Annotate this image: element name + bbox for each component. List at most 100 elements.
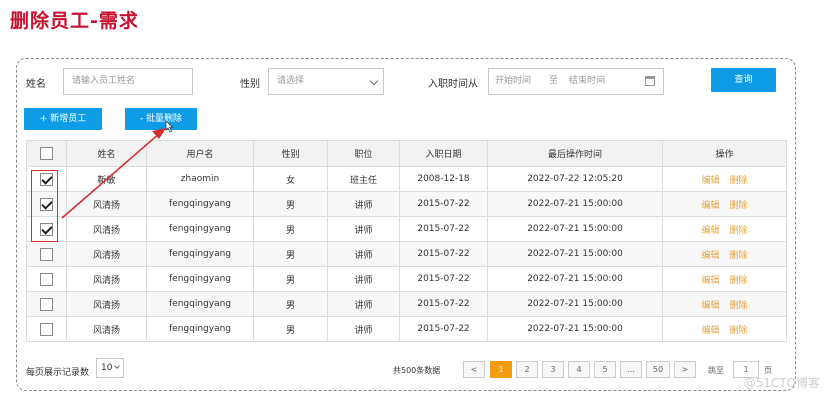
date-start-placeholder: 开始时间 [495,76,532,86]
add-employee-button[interactable]: + 新增员工 [24,108,102,130]
cell-position: 讲师 [327,216,400,242]
row-checkbox[interactable] [40,272,53,286]
selection-highlight-box [31,170,58,242]
name-input[interactable]: 请输入员工姓名 [63,68,193,95]
chevron-down-icon [369,76,379,86]
cell-gender: 女 [253,166,328,192]
cell-username: fengqingyang [146,316,254,342]
chevron-down-icon [114,363,120,369]
page-50[interactable]: 50 [646,361,670,378]
row-checkbox-cell[interactable] [26,241,67,267]
cell-username: fengqingyang [146,291,254,317]
cell-hire-date: 2015-07-22 [399,316,488,342]
edit-link[interactable]: 编辑 [701,201,719,211]
row-checkbox[interactable] [40,322,53,336]
table-row: 风清扬 fengqingyang 男 讲师 2015-07-22 2022-07… [26,316,787,342]
cell-hire-date: 2008-12-18 [399,166,488,192]
edit-link[interactable]: 编辑 [701,326,719,336]
edit-link[interactable]: 编辑 [701,176,719,186]
cell-gender: 男 [253,266,328,292]
delete-link[interactable]: 删除 [730,276,748,286]
batch-delete-button[interactable]: - 批量删除 [125,108,197,130]
gender-select-value: 请选择 [277,76,305,86]
calendar-icon[interactable] [645,76,655,86]
cell-actions: 编辑 删除 [662,291,787,317]
table-row: 风清扬 fengqingyang 男 讲师 2015-07-22 2022-07… [26,266,787,292]
row-checkbox[interactable] [40,247,53,261]
page-size-label: 每页展示记录数 [26,368,90,378]
cell-actions: 编辑 删除 [662,241,787,267]
cell-actions: 编辑 删除 [662,191,787,217]
edit-link[interactable]: 编辑 [701,251,719,261]
header-position: 职位 [327,140,400,167]
page-size-select[interactable]: 10 [96,358,124,378]
cell-hire-date: 2015-07-22 [399,291,488,317]
table-row: 风清扬 fengqingyang 男 讲师 2015-07-22 2022-07… [26,241,787,267]
edit-link[interactable]: 编辑 [701,226,719,236]
cell-gender: 男 [253,316,328,342]
page-5[interactable]: 5 [594,361,616,378]
delete-link[interactable]: 删除 [730,201,748,211]
table-header-row: 姓名 用户名 性别 职位 入职日期 最后操作时间 操作 [26,140,787,167]
header-hire-date: 入职日期 [399,140,488,167]
gender-label: 性别 [240,79,260,90]
header-username: 用户名 [146,140,254,167]
page-3[interactable]: 3 [542,361,564,378]
prev-page-button[interactable]: < [463,361,485,378]
cell-gender: 男 [253,216,328,242]
cell-gender: 男 [253,291,328,317]
cell-actions: 编辑 删除 [662,316,787,342]
cell-hire-date: 2015-07-22 [399,191,488,217]
table-row: 靳敏 zhaomin 女 班主任 2008-12-18 2022-07-22 1… [26,166,787,192]
cell-username: fengqingyang [146,191,254,217]
cell-last-op: 2022-07-21 15:00:00 [487,241,663,267]
cell-position: 讲师 [327,241,400,267]
page-ellipsis: ... [620,361,642,378]
header-name: 姓名 [66,140,147,167]
table-body: 靳敏 zhaomin 女 班主任 2008-12-18 2022-07-22 1… [26,166,787,342]
table-row: 风清扬 fengqingyang 男 讲师 2015-07-22 2022-07… [26,291,787,317]
cell-actions: 编辑 删除 [662,216,787,242]
gender-select[interactable]: 请选择 [268,68,384,95]
cell-name: 风清扬 [66,216,147,242]
query-button[interactable]: 查询 [711,68,776,92]
cell-last-op: 2022-07-21 15:00:00 [487,266,663,292]
delete-link[interactable]: 删除 [730,226,748,236]
page-4[interactable]: 4 [568,361,590,378]
employee-table: 姓名 用户名 性别 职位 入职日期 最后操作时间 操作 靳敏 zhaomin 女… [26,140,787,342]
edit-link[interactable]: 编辑 [701,276,719,286]
row-checkbox[interactable] [40,297,53,311]
cell-username: fengqingyang [146,266,254,292]
cell-last-op: 2022-07-21 15:00:00 [487,291,663,317]
page-2[interactable]: 2 [516,361,538,378]
cell-gender: 男 [253,241,328,267]
date-range-input[interactable]: 开始时间 至 结束时间 [488,68,664,95]
cell-username: zhaomin [146,166,254,192]
cell-actions: 编辑 删除 [662,166,787,192]
jump-label: 跳至 [708,366,724,375]
row-checkbox-cell[interactable] [26,316,67,342]
cell-last-op: 2022-07-21 15:00:00 [487,216,663,242]
cell-position: 班主任 [327,166,400,192]
cell-name: 风清扬 [66,316,147,342]
name-label: 姓名 [26,79,46,90]
edit-link[interactable]: 编辑 [701,301,719,311]
cell-last-op: 2022-07-21 15:00:00 [487,316,663,342]
cell-actions: 编辑 删除 [662,266,787,292]
row-checkbox-cell[interactable] [26,266,67,292]
cell-position: 讲师 [327,316,400,342]
select-all-checkbox[interactable] [40,147,53,160]
cell-username: fengqingyang [146,241,254,267]
cell-hire-date: 2015-07-22 [399,266,488,292]
row-checkbox-cell[interactable] [26,291,67,317]
date-end-placeholder: 结束时间 [569,76,606,86]
cell-name: 靳敏 [66,166,147,192]
delete-link[interactable]: 删除 [730,176,748,186]
delete-link[interactable]: 删除 [730,251,748,261]
page-1[interactable]: 1 [490,361,512,378]
next-page-button[interactable]: > [674,361,696,378]
delete-link[interactable]: 删除 [730,301,748,311]
select-all-checkbox-cell[interactable] [26,140,67,167]
cell-name: 风清扬 [66,266,147,292]
delete-link[interactable]: 删除 [730,326,748,336]
